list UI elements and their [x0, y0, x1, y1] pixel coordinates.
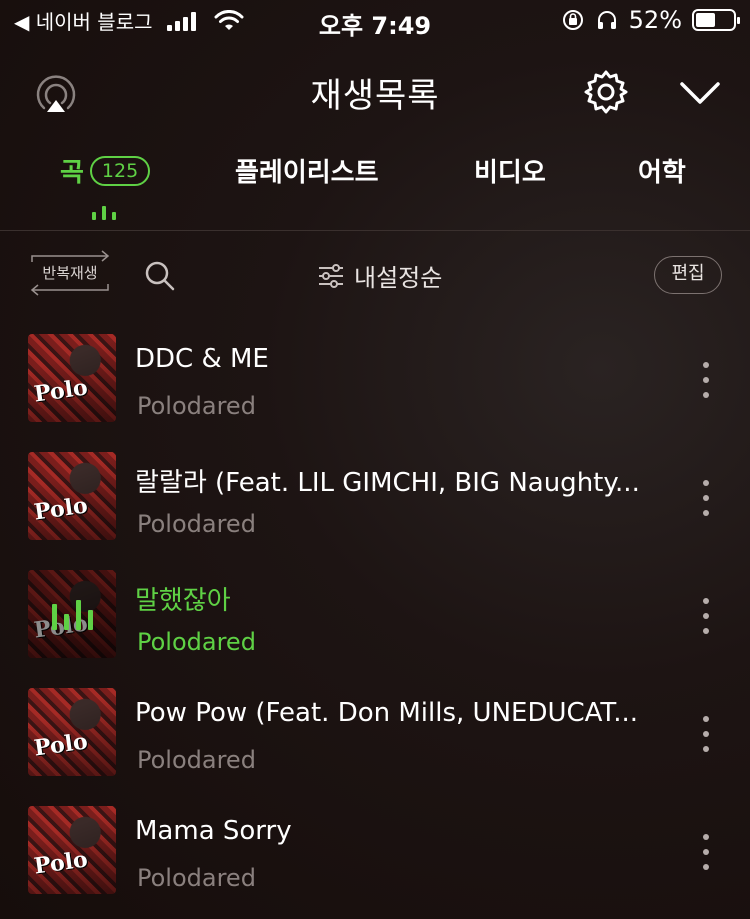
search-icon[interactable]: [144, 260, 176, 292]
song-row-now-playing[interactable]: Polo 말했잖아 Polodared: [0, 570, 750, 688]
more-icon[interactable]: [696, 480, 716, 516]
album-art: Polo: [28, 570, 116, 658]
song-list: Polo DDC & ME Polodared Polo 랄랄라 (Feat. …: [0, 334, 750, 919]
song-artist: Polodared: [137, 746, 256, 774]
song-row[interactable]: Polo Mama Sorry Polodared: [0, 806, 750, 919]
tab-playlist[interactable]: 플레이리스트: [235, 152, 379, 189]
song-artist: Polodared: [137, 864, 256, 892]
song-count-badge: 125: [89, 155, 151, 186]
divider: [0, 230, 750, 231]
headphones-icon: [597, 11, 616, 29]
battery-icon: [692, 9, 740, 31]
song-title: DDC & ME: [135, 344, 269, 374]
battery-fill: [696, 13, 715, 27]
song-artist: Polodared: [137, 392, 256, 420]
song-title: 랄랄라 (Feat. LIL GIMCHI, BIG Naughty...: [135, 468, 640, 498]
active-tab-indicator: [92, 204, 116, 220]
album-art: Polo: [28, 452, 116, 540]
song-artist: Polodared: [137, 510, 256, 538]
tab-songs-label: 곡: [60, 158, 84, 188]
tab-bar: 곡 125 플레이리스트 비디오 어학: [0, 152, 750, 222]
more-icon[interactable]: [696, 834, 716, 870]
chevron-down-icon[interactable]: [676, 76, 724, 110]
list-toolbar: 반복재생 내설정순 편집: [0, 248, 750, 300]
screen: ◀ 네이버 블로그 오후 7:49 52% 재생목록 곡 125 플레이리스트 …: [0, 0, 750, 919]
song-title: Pow Pow (Feat. Don Mills, UNEDUCAT...: [135, 698, 639, 728]
more-icon[interactable]: [696, 716, 716, 752]
more-icon[interactable]: [696, 598, 716, 634]
repeat-label: 반복재생: [42, 264, 98, 282]
rotation-lock-icon: [562, 10, 583, 30]
song-title: Mama Sorry: [135, 816, 292, 846]
settings-icon[interactable]: [582, 68, 630, 116]
page-title: 재생목록: [310, 76, 440, 116]
more-icon[interactable]: [696, 362, 716, 398]
tab-songs[interactable]: 곡 125: [60, 152, 151, 189]
repeat-button[interactable]: 반복재생: [28, 250, 112, 296]
edit-button[interactable]: 편집: [654, 256, 722, 294]
song-row[interactable]: Polo Pow Pow (Feat. Don Mills, UNEDUCAT.…: [0, 688, 750, 806]
sort-label: 내설정순: [354, 264, 443, 292]
sort-button[interactable]: 내설정순: [316, 258, 442, 293]
status-bar: ◀ 네이버 블로그 오후 7:49 52%: [0, 0, 750, 44]
album-art: Polo: [28, 688, 116, 776]
equalizer-icon: [52, 598, 93, 630]
tab-video[interactable]: 비디오: [474, 152, 546, 189]
sort-icon: [319, 263, 343, 288]
song-artist: Polodared: [137, 628, 256, 656]
song-row[interactable]: Polo DDC & ME Polodared: [0, 334, 750, 452]
battery-percent: 52%: [628, 6, 682, 34]
song-title: 말했잖아: [135, 586, 231, 616]
tab-language[interactable]: 어학: [638, 152, 686, 189]
album-art: Polo: [28, 806, 116, 894]
album-art: Polo: [28, 334, 116, 422]
song-row[interactable]: Polo 랄랄라 (Feat. LIL GIMCHI, BIG Naughty.…: [0, 452, 750, 570]
status-right: 52%: [561, 6, 740, 34]
header: 재생목록: [0, 58, 750, 124]
